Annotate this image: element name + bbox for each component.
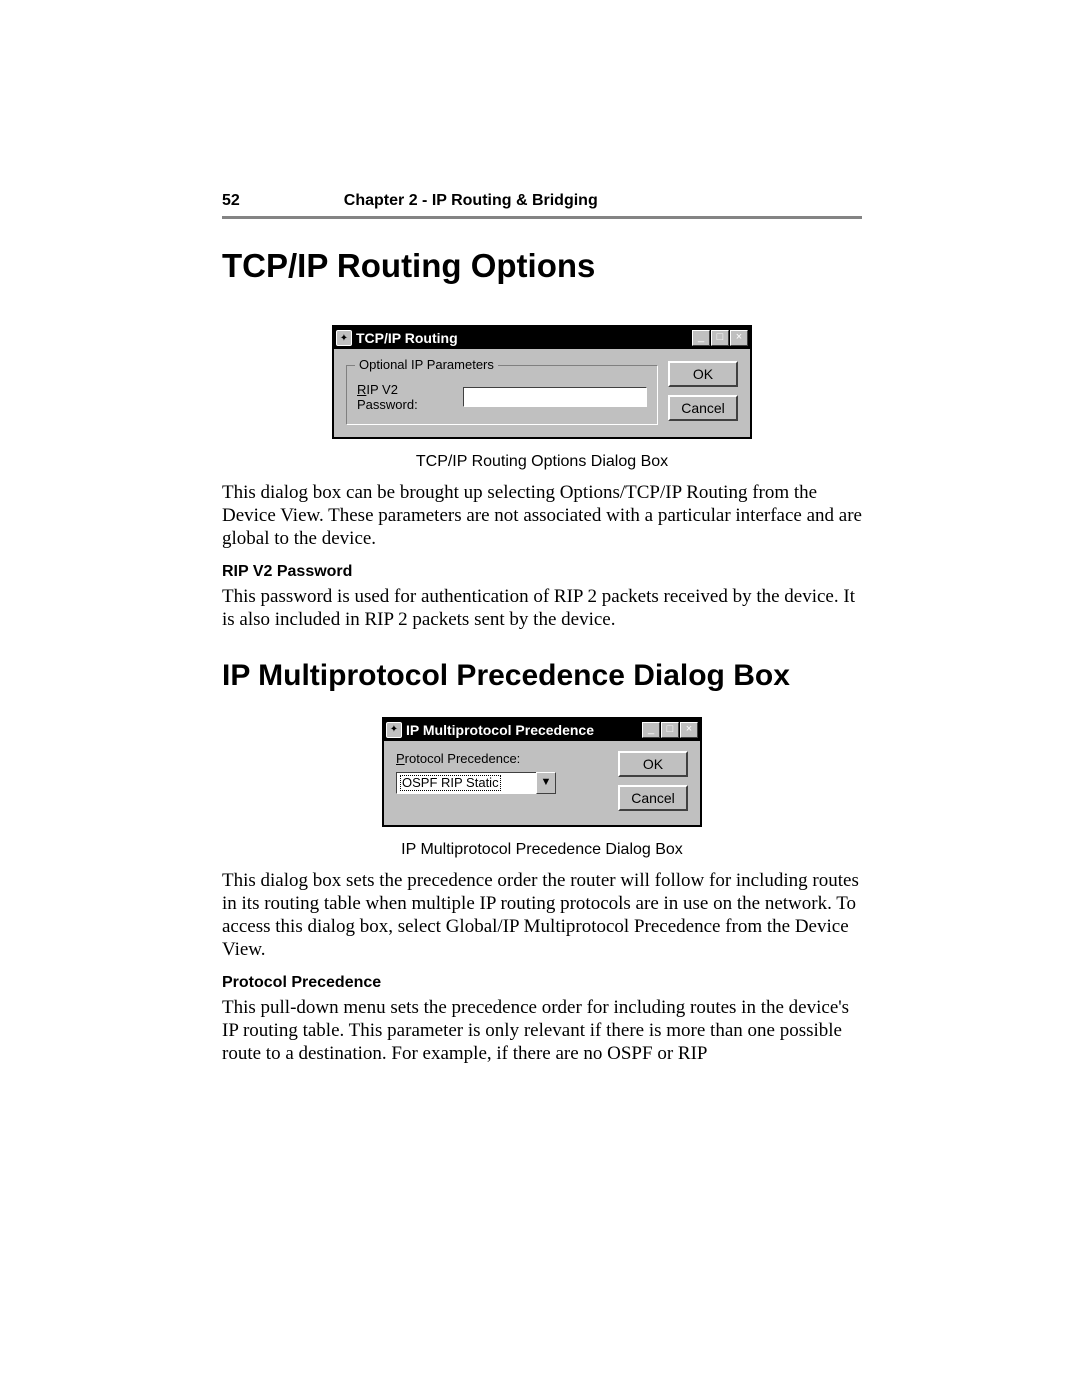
section1-paragraph1: This dialog box can be brought up select… [222, 481, 862, 551]
dialog1-title: TCP/IP Routing [356, 330, 691, 346]
chapter-title: Chapter 2 - IP Routing & Bridging [344, 192, 598, 210]
maximize-icon[interactable]: □ [661, 722, 679, 738]
cancel-button[interactable]: Cancel [668, 395, 738, 421]
rip-password-label: RIP V2 Password: [357, 382, 457, 412]
section2-paragraph1: This dialog box sets the precedence orde… [222, 869, 862, 962]
section-heading-multiprotocol: IP Multiprotocol Precedence Dialog Box [222, 659, 862, 693]
dialog2-buttons: OK Cancel [618, 751, 688, 811]
combo-value[interactable]: OSPF RIP Static [396, 772, 536, 794]
dialog1-wrapper: ✦ TCP/IP Routing _ □ × Optional IP Param… [222, 325, 862, 439]
dialog2-body: Protocol Precedence: OSPF RIP Static ▼ O… [384, 741, 700, 825]
protocol-precedence-heading: Protocol Precedence [222, 974, 862, 992]
tcpip-routing-dialog: ✦ TCP/IP Routing _ □ × Optional IP Param… [332, 325, 752, 439]
optional-ip-parameters-group: Optional IP Parameters RIP V2 Password: [346, 365, 658, 425]
rip-v2-password-heading: RIP V2 Password [222, 563, 862, 581]
ok-button[interactable]: OK [618, 751, 688, 777]
dialog2-title: IP Multiprotocol Precedence [406, 722, 641, 738]
window-controls: _ □ × [641, 722, 698, 738]
page-number: 52 [222, 192, 240, 210]
dialog2-caption: IP Multiprotocol Precedence Dialog Box [222, 841, 862, 859]
dialog2-titlebar[interactable]: ✦ IP Multiprotocol Precedence _ □ × [384, 719, 700, 741]
ip-multiprotocol-dialog: ✦ IP Multiprotocol Precedence _ □ × Prot… [382, 717, 702, 827]
header-rule [222, 216, 862, 219]
page-header: 52 Chapter 2 - IP Routing & Bridging [222, 192, 862, 210]
close-icon[interactable]: × [680, 722, 698, 738]
app-icon: ✦ [386, 722, 402, 738]
dialog1-caption: TCP/IP Routing Options Dialog Box [222, 453, 862, 471]
window-controls: _ □ × [691, 330, 748, 346]
dialog1-titlebar[interactable]: ✦ TCP/IP Routing _ □ × [334, 327, 750, 349]
app-icon: ✦ [336, 330, 352, 346]
cancel-button[interactable]: Cancel [618, 785, 688, 811]
dialog2-left: Protocol Precedence: OSPF RIP Static ▼ [396, 751, 604, 794]
maximize-icon[interactable]: □ [711, 330, 729, 346]
section-heading-tcpip: TCP/IP Routing Options [222, 247, 862, 285]
protocol-precedence-label: Protocol Precedence: [396, 751, 604, 766]
close-icon[interactable]: × [730, 330, 748, 346]
dialog2-wrapper: ✦ IP Multiprotocol Precedence _ □ × Prot… [222, 717, 862, 827]
protocol-precedence-combo[interactable]: OSPF RIP Static ▼ [396, 772, 556, 794]
rip-password-input[interactable] [463, 387, 647, 407]
section1-paragraph2: This password is used for authentication… [222, 585, 862, 631]
chevron-down-icon[interactable]: ▼ [536, 772, 556, 794]
section2-paragraph2: This pull-down menu sets the precedence … [222, 996, 862, 1066]
dialog1-body: Optional IP Parameters RIP V2 Password: … [334, 349, 750, 437]
dialog1-buttons: OK Cancel [668, 361, 738, 421]
rip-password-row: RIP V2 Password: [357, 382, 647, 412]
ok-button[interactable]: OK [668, 361, 738, 387]
minimize-icon[interactable]: _ [692, 330, 710, 346]
groupbox-legend: Optional IP Parameters [355, 357, 498, 372]
minimize-icon[interactable]: _ [642, 722, 660, 738]
page-content: 52 Chapter 2 - IP Routing & Bridging TCP… [222, 192, 862, 1077]
